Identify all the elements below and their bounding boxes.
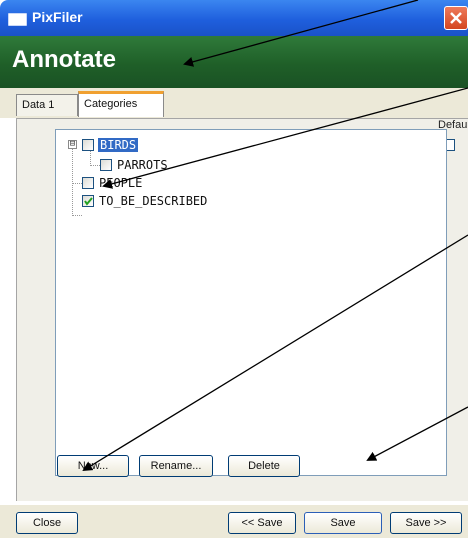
annotation-arrow xyxy=(366,406,468,461)
annotation-arrow xyxy=(183,0,419,67)
annotation-arrow xyxy=(82,234,468,472)
annotation-arrow xyxy=(102,87,468,189)
pixfiler-window: PixFiler Annotate Data 1 Categories Defa… xyxy=(0,0,468,538)
annotation-arrows xyxy=(82,0,468,472)
